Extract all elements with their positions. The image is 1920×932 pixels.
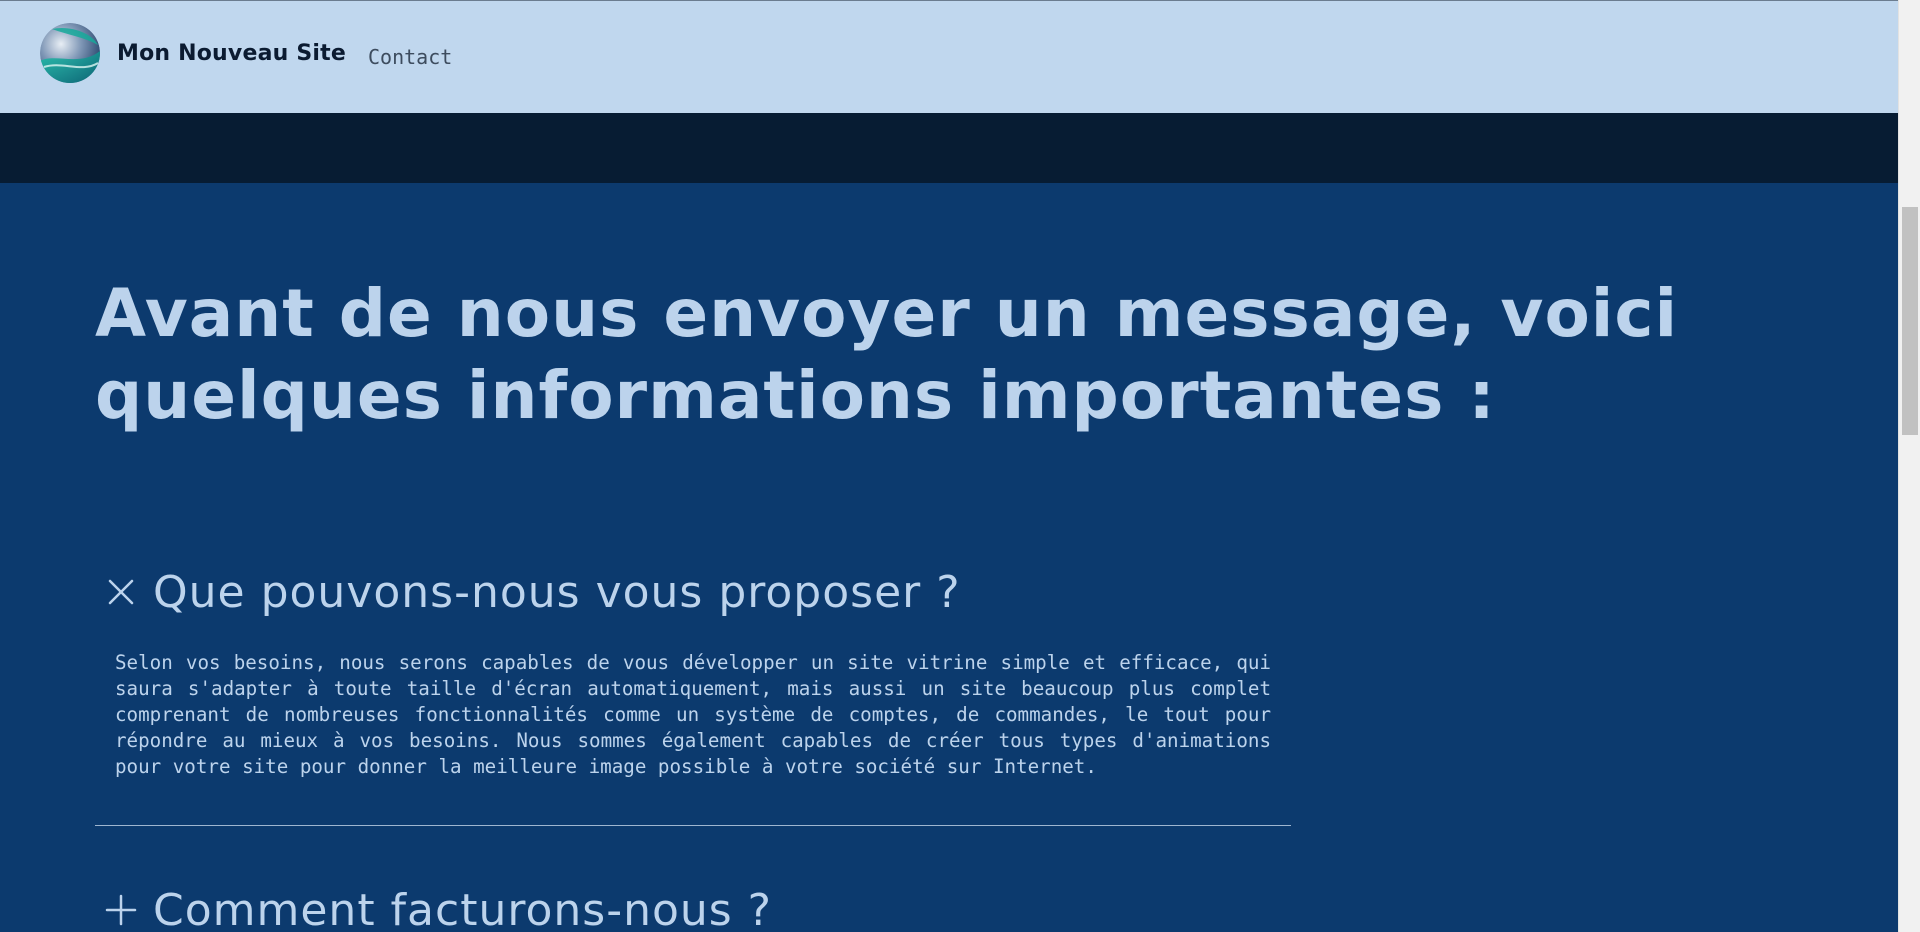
close-icon[interactable] [101, 572, 141, 612]
page: Mon Nouveau Site Contact Avant de nous e… [0, 0, 1920, 932]
site-name[interactable]: Mon Nouveau Site [117, 41, 346, 66]
faq-item: Comment facturons-nous ? [95, 880, 1291, 932]
site-header: Mon Nouveau Site Contact [0, 1, 1898, 113]
faq-answer: Selon vos besoins, nous serons capables … [115, 651, 1271, 778]
vertical-scrollbar[interactable] [1898, 0, 1920, 932]
nav-link-contact[interactable]: Contact [368, 45, 452, 69]
scrollbar-thumb[interactable] [1902, 207, 1918, 435]
faq-question-toggle[interactable]: Que pouvons-nous vous proposer ? [95, 562, 1291, 622]
faq-item: Que pouvons-nous vous proposer ? Selon v… [95, 562, 1291, 780]
page-heading: Avant de nous envoyer un message, voici … [95, 275, 1679, 434]
faq-question[interactable]: Que pouvons-nous vous proposer ? [153, 567, 961, 618]
faq-section: Avant de nous envoyer un message, voici … [0, 183, 1898, 932]
faq-question[interactable]: Comment facturons-nous ? [153, 885, 772, 932]
faq-divider [95, 825, 1291, 826]
dark-banner-band [0, 113, 1898, 183]
faq-question-toggle[interactable]: Comment facturons-nous ? [95, 880, 1291, 932]
site-logo-icon[interactable] [40, 23, 100, 83]
plus-icon[interactable] [101, 890, 141, 930]
